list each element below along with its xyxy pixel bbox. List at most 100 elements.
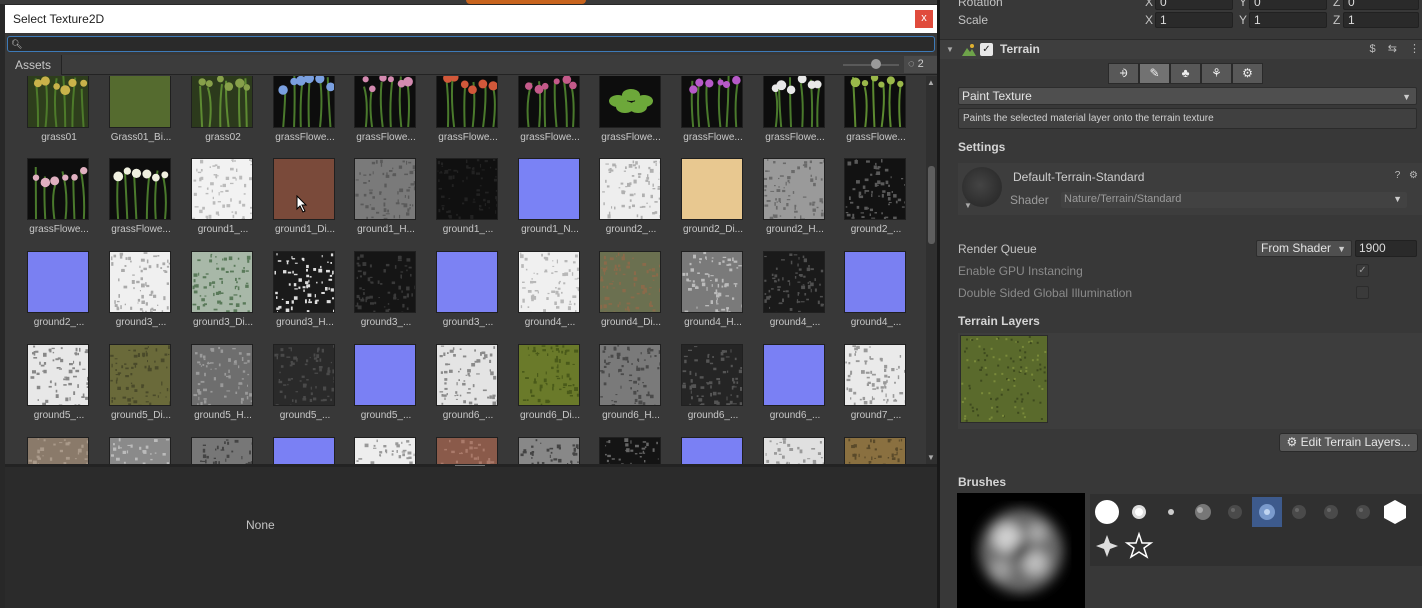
scroll-up-icon[interactable]: ▲: [927, 78, 935, 87]
texture-tile[interactable]: grass02: [182, 76, 260, 156]
texture-tile[interactable]: ground3_Di...: [182, 251, 260, 341]
texture-tile[interactable]: Grass01_Bi...: [100, 76, 178, 156]
gear-icon[interactable]: ⚙: [1409, 170, 1418, 181]
texture-tile[interactable]: [100, 437, 178, 464]
texture-tile[interactable]: ground5_...: [264, 344, 342, 434]
brush-option[interactable]: [1316, 497, 1346, 527]
texture-tile[interactable]: ground6_...: [672, 344, 750, 434]
texture-tile[interactable]: grassFlowe...: [100, 158, 178, 248]
texture-tile[interactable]: ground4_...: [754, 251, 832, 341]
texture-tile[interactable]: grassFlowe...: [835, 76, 913, 156]
terrain-settings-button[interactable]: ⚙: [1232, 63, 1263, 84]
paint-terrain-button[interactable]: ✎: [1139, 63, 1170, 84]
grid-scrollbar[interactable]: ▲ ▼: [926, 76, 937, 464]
close-button[interactable]: x: [915, 10, 933, 28]
texture-tile[interactable]: ground5_...: [345, 344, 423, 434]
texture-tile[interactable]: ground5_Di...: [100, 344, 178, 434]
brush-option[interactable]: [1348, 497, 1378, 527]
rotation-y-field[interactable]: 0: [1249, 0, 1327, 10]
texture-tile[interactable]: ground3_...: [345, 251, 423, 341]
scroll-down-icon[interactable]: ▼: [927, 453, 935, 462]
texture-tile[interactable]: grassFlowe...: [264, 76, 342, 156]
texture-tile[interactable]: ground2_...: [18, 251, 96, 341]
texture-tile[interactable]: [590, 437, 668, 464]
texture-tile[interactable]: [345, 437, 423, 464]
render-queue-dropdown[interactable]: From Shader ▼: [1256, 240, 1352, 257]
texture-tile[interactable]: ground3_H...: [264, 251, 342, 341]
paint-trees-button[interactable]: ♣: [1170, 63, 1201, 84]
tab-assets[interactable]: Assets: [5, 55, 63, 75]
more-icon[interactable]: ⋮: [1409, 43, 1420, 55]
rotation-z-field[interactable]: 0: [1343, 0, 1419, 10]
texture-tile[interactable]: ground4_...: [835, 251, 913, 341]
brush-option[interactable]: [1124, 497, 1154, 527]
brush-option[interactable]: [1380, 497, 1410, 527]
texture-tile[interactable]: ground6_Di...: [509, 344, 587, 434]
gpu-instancing-checkbox[interactable]: ✓: [1356, 264, 1369, 277]
search-input[interactable]: [7, 36, 935, 52]
scale-y-field[interactable]: 1: [1249, 12, 1327, 28]
texture-tile[interactable]: grassFlowe...: [18, 158, 96, 248]
texture-tile[interactable]: [754, 437, 832, 464]
help-icon[interactable]: ?: [1395, 170, 1401, 181]
brush-option[interactable]: [1124, 531, 1154, 561]
paint-mode-dropdown[interactable]: Paint Texture ▼: [958, 87, 1417, 105]
brush-option[interactable]: [1252, 497, 1282, 527]
texture-tile[interactable]: grass01: [18, 76, 96, 156]
texture-tile[interactable]: ground5_...: [18, 344, 96, 434]
presets-icon[interactable]: ⇆: [1388, 43, 1397, 55]
texture-tile[interactable]: grassFlowe...: [672, 76, 750, 156]
texture-tile[interactable]: grassFlowe...: [590, 76, 668, 156]
texture-tile[interactable]: grassFlowe...: [427, 76, 505, 156]
texture-tile[interactable]: [182, 437, 260, 464]
texture-tile[interactable]: ground1_H...: [345, 158, 423, 248]
shader-dropdown[interactable]: Nature/Terrain/Standard ▼: [1061, 192, 1407, 208]
edit-terrain-layers-button[interactable]: ⚙ Edit Terrain Layers...: [1279, 433, 1418, 452]
component-enabled-checkbox[interactable]: ✓: [980, 43, 993, 56]
texture-tile[interactable]: grassFlowe...: [345, 76, 423, 156]
texture-tile[interactable]: [509, 437, 587, 464]
terrain-layer-thumbnail[interactable]: [960, 335, 1048, 423]
texture-tile[interactable]: ground4_Di...: [590, 251, 668, 341]
picker-titlebar[interactable]: Select Texture2D x: [5, 5, 937, 33]
scale-z-field[interactable]: 1: [1343, 12, 1419, 28]
create-neighbor-button[interactable]: ⨮: [1108, 63, 1139, 84]
brush-option[interactable]: [1284, 497, 1314, 527]
texture-tile[interactable]: ground2_H...: [754, 158, 832, 248]
texture-tile[interactable]: [264, 437, 342, 464]
texture-tile[interactable]: ground3_...: [100, 251, 178, 341]
texture-tile[interactable]: ground4_H...: [672, 251, 750, 341]
texture-tile[interactable]: ground6_H...: [590, 344, 668, 434]
texture-tile[interactable]: ground6_...: [754, 344, 832, 434]
texture-tile[interactable]: [18, 437, 96, 464]
scrollbar-thumb[interactable]: [928, 166, 935, 244]
brush-option[interactable]: [1156, 497, 1186, 527]
texture-tile[interactable]: ground7_...: [835, 344, 913, 434]
double-sided-gi-checkbox[interactable]: [1356, 286, 1369, 299]
zoom-slider-thumb[interactable]: [871, 59, 881, 69]
texture-tile[interactable]: grassFlowe...: [509, 76, 587, 156]
texture-tile[interactable]: ground1_...: [182, 158, 260, 248]
render-queue-field[interactable]: 1900: [1355, 240, 1417, 257]
brush-option[interactable]: [1092, 497, 1122, 527]
texture-tile[interactable]: ground5_H...: [182, 344, 260, 434]
paint-details-button[interactable]: ⚘: [1201, 63, 1232, 84]
texture-tile[interactable]: ground2_Di...: [672, 158, 750, 248]
hidden-packages-toggle[interactable]: ◌ 2: [904, 56, 937, 73]
terrain-component-header[interactable]: ▼ ✓ Terrain $ ⇆ ⋮: [940, 39, 1422, 59]
brush-option[interactable]: [1188, 497, 1218, 527]
brush-option[interactable]: [1092, 531, 1122, 561]
rotation-x-field[interactable]: 0: [1155, 0, 1233, 10]
scale-x-field[interactable]: 1: [1155, 12, 1233, 28]
brush-option[interactable]: [1220, 497, 1250, 527]
texture-tile[interactable]: ground2_...: [835, 158, 913, 248]
help-icon[interactable]: $: [1370, 43, 1376, 55]
texture-tile[interactable]: ground1_...: [427, 158, 505, 248]
texture-tile[interactable]: ground3_...: [427, 251, 505, 341]
texture-tile[interactable]: [672, 437, 750, 464]
texture-tile[interactable]: [835, 437, 913, 464]
texture-tile[interactable]: grassFlowe...: [754, 76, 832, 156]
texture-tile[interactable]: ground4_...: [509, 251, 587, 341]
texture-tile[interactable]: ground6_...: [427, 344, 505, 434]
material-foldout-icon[interactable]: ▼: [964, 201, 972, 210]
